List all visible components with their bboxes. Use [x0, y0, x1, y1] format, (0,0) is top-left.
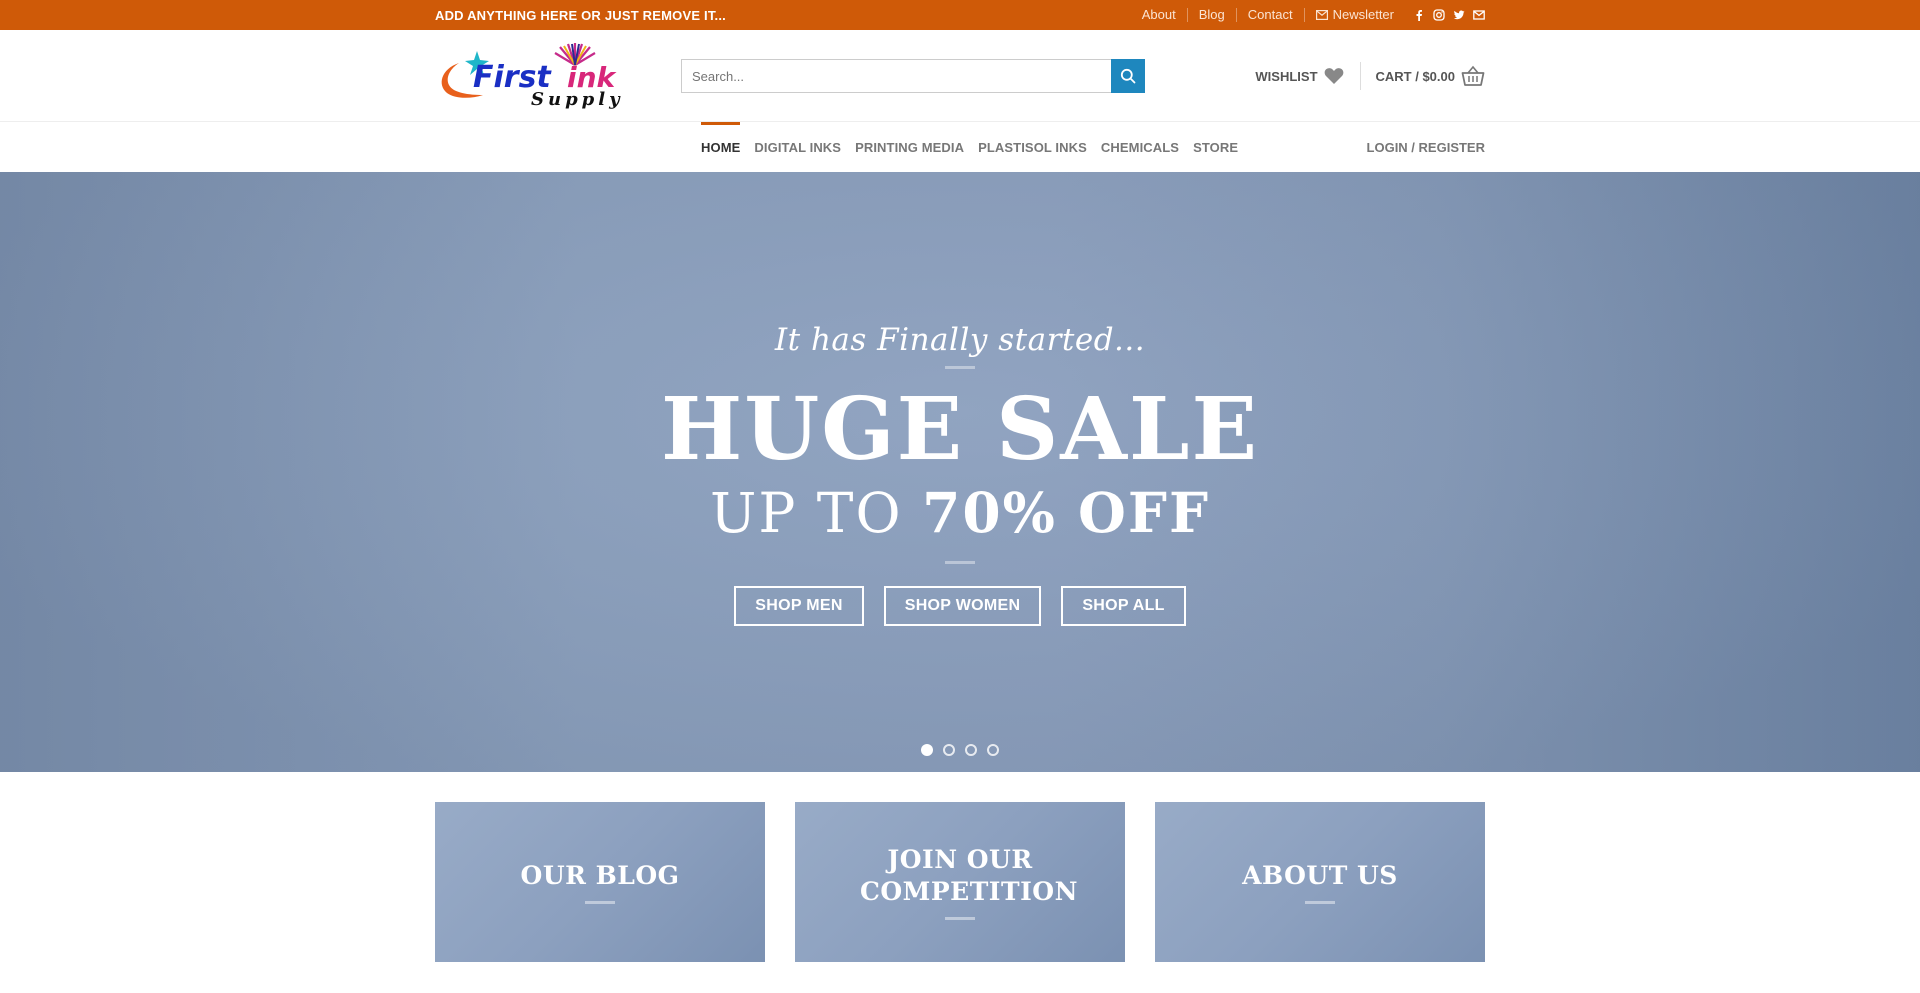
login-register-link[interactable]: LOGIN / REGISTER — [1367, 140, 1485, 155]
search-button[interactable] — [1111, 59, 1145, 93]
topbar-link-blog[interactable]: Blog — [1188, 8, 1237, 22]
site-logo[interactable]: First ink Supply — [435, 41, 651, 111]
search-icon — [1120, 68, 1136, 84]
newsletter-link[interactable]: Newsletter — [1305, 8, 1405, 22]
hero-content: It has Finally started... HUGE SALE UP T… — [0, 322, 1920, 626]
newsletter-label: Newsletter — [1332, 7, 1394, 22]
shop-men-button[interactable]: SHOP MEN — [734, 586, 864, 626]
hero-subtitle: UP TO 70% OFF — [0, 485, 1920, 541]
heart-icon — [1324, 68, 1343, 84]
search-form — [681, 59, 1145, 93]
nav-item-store[interactable]: STORE — [1186, 122, 1245, 172]
email-icon[interactable] — [1473, 9, 1485, 21]
slider-dot-2[interactable] — [943, 744, 955, 756]
hero-buttons: SHOP MEN SHOP WOMEN SHOP ALL — [0, 586, 1920, 626]
promo-box-about[interactable]: ABOUT US — [1155, 802, 1485, 962]
hero-slider[interactable]: It has Finally started... HUGE SALE UP T… — [0, 172, 1920, 772]
cart-label: CART / $0.00 — [1375, 68, 1455, 84]
slider-dot-3[interactable] — [965, 744, 977, 756]
slider-dot-4[interactable] — [987, 744, 999, 756]
shop-all-button[interactable]: SHOP ALL — [1061, 586, 1186, 626]
hero-kicker-divider — [945, 366, 975, 369]
site-header: First ink Supply WISHLIST CA — [0, 30, 1920, 122]
hero-subtitle-prefix: UP TO — [709, 481, 903, 545]
nav-item-printing-media[interactable]: PRINTING MEDIA — [848, 122, 971, 172]
main-navbar: HOME DIGITAL INKS PRINTING MEDIA PLASTIS… — [0, 122, 1920, 172]
envelope-icon — [1315, 10, 1328, 20]
hero-divider — [945, 561, 975, 564]
wishlist-link[interactable]: WISHLIST — [1255, 62, 1361, 90]
instagram-icon[interactable] — [1433, 9, 1445, 21]
hero-subtitle-bold: 70% OFF — [922, 480, 1211, 545]
header-actions: WISHLIST CART / $0.00 — [1255, 62, 1485, 90]
promo-title: JOIN OUR COMPETITION — [860, 845, 1078, 906]
cart-link[interactable]: CART / $0.00 — [1361, 62, 1485, 90]
topbar-nav: About Blog Contact Newsletter — [1131, 8, 1485, 22]
search-input[interactable] — [681, 59, 1111, 93]
nav-item-digital-inks[interactable]: DIGITAL INKS — [747, 122, 848, 172]
logo-tagline: Supply — [531, 89, 624, 110]
basket-icon — [1461, 65, 1485, 86]
logo-graphic: First ink Supply — [441, 43, 624, 110]
promo-section: OUR BLOG JOIN OUR COMPETITION ABOUT US — [0, 772, 1920, 962]
nav-item-home[interactable]: HOME — [701, 122, 747, 172]
slider-dots — [0, 744, 1920, 756]
shop-women-button[interactable]: SHOP WOMEN — [883, 586, 1042, 626]
slider-dot-1[interactable] — [921, 744, 933, 756]
nav-item-plastisol-inks[interactable]: PLASTISOL INKS — [971, 122, 1094, 172]
promo-title: ABOUT US — [1242, 860, 1398, 890]
nav-item-chemicals[interactable]: CHEMICALS — [1094, 122, 1186, 172]
social-icons — [1413, 9, 1485, 21]
wishlist-label: WISHLIST — [1255, 68, 1318, 84]
twitter-icon[interactable] — [1453, 9, 1465, 21]
promo-divider — [585, 901, 615, 905]
promo-box-blog[interactable]: OUR BLOG — [435, 802, 765, 962]
topbar-message: ADD ANYTHING HERE OR JUST REMOVE IT... — [435, 7, 726, 23]
promo-divider — [945, 916, 975, 920]
topbar-link-about[interactable]: About — [1131, 8, 1188, 22]
facebook-icon[interactable] — [1413, 9, 1425, 21]
top-bar: ADD ANYTHING HERE OR JUST REMOVE IT... A… — [0, 0, 1920, 30]
promo-title: OUR BLOG — [520, 860, 680, 890]
hero-title: HUGE SALE — [660, 379, 1260, 480]
topbar-link-contact[interactable]: Contact — [1237, 8, 1305, 22]
main-nav: HOME DIGITAL INKS PRINTING MEDIA PLASTIS… — [701, 122, 1245, 172]
hero-kicker: It has Finally started... — [774, 322, 1146, 358]
promo-divider — [1305, 901, 1335, 905]
promo-box-competition[interactable]: JOIN OUR COMPETITION — [795, 802, 1125, 962]
